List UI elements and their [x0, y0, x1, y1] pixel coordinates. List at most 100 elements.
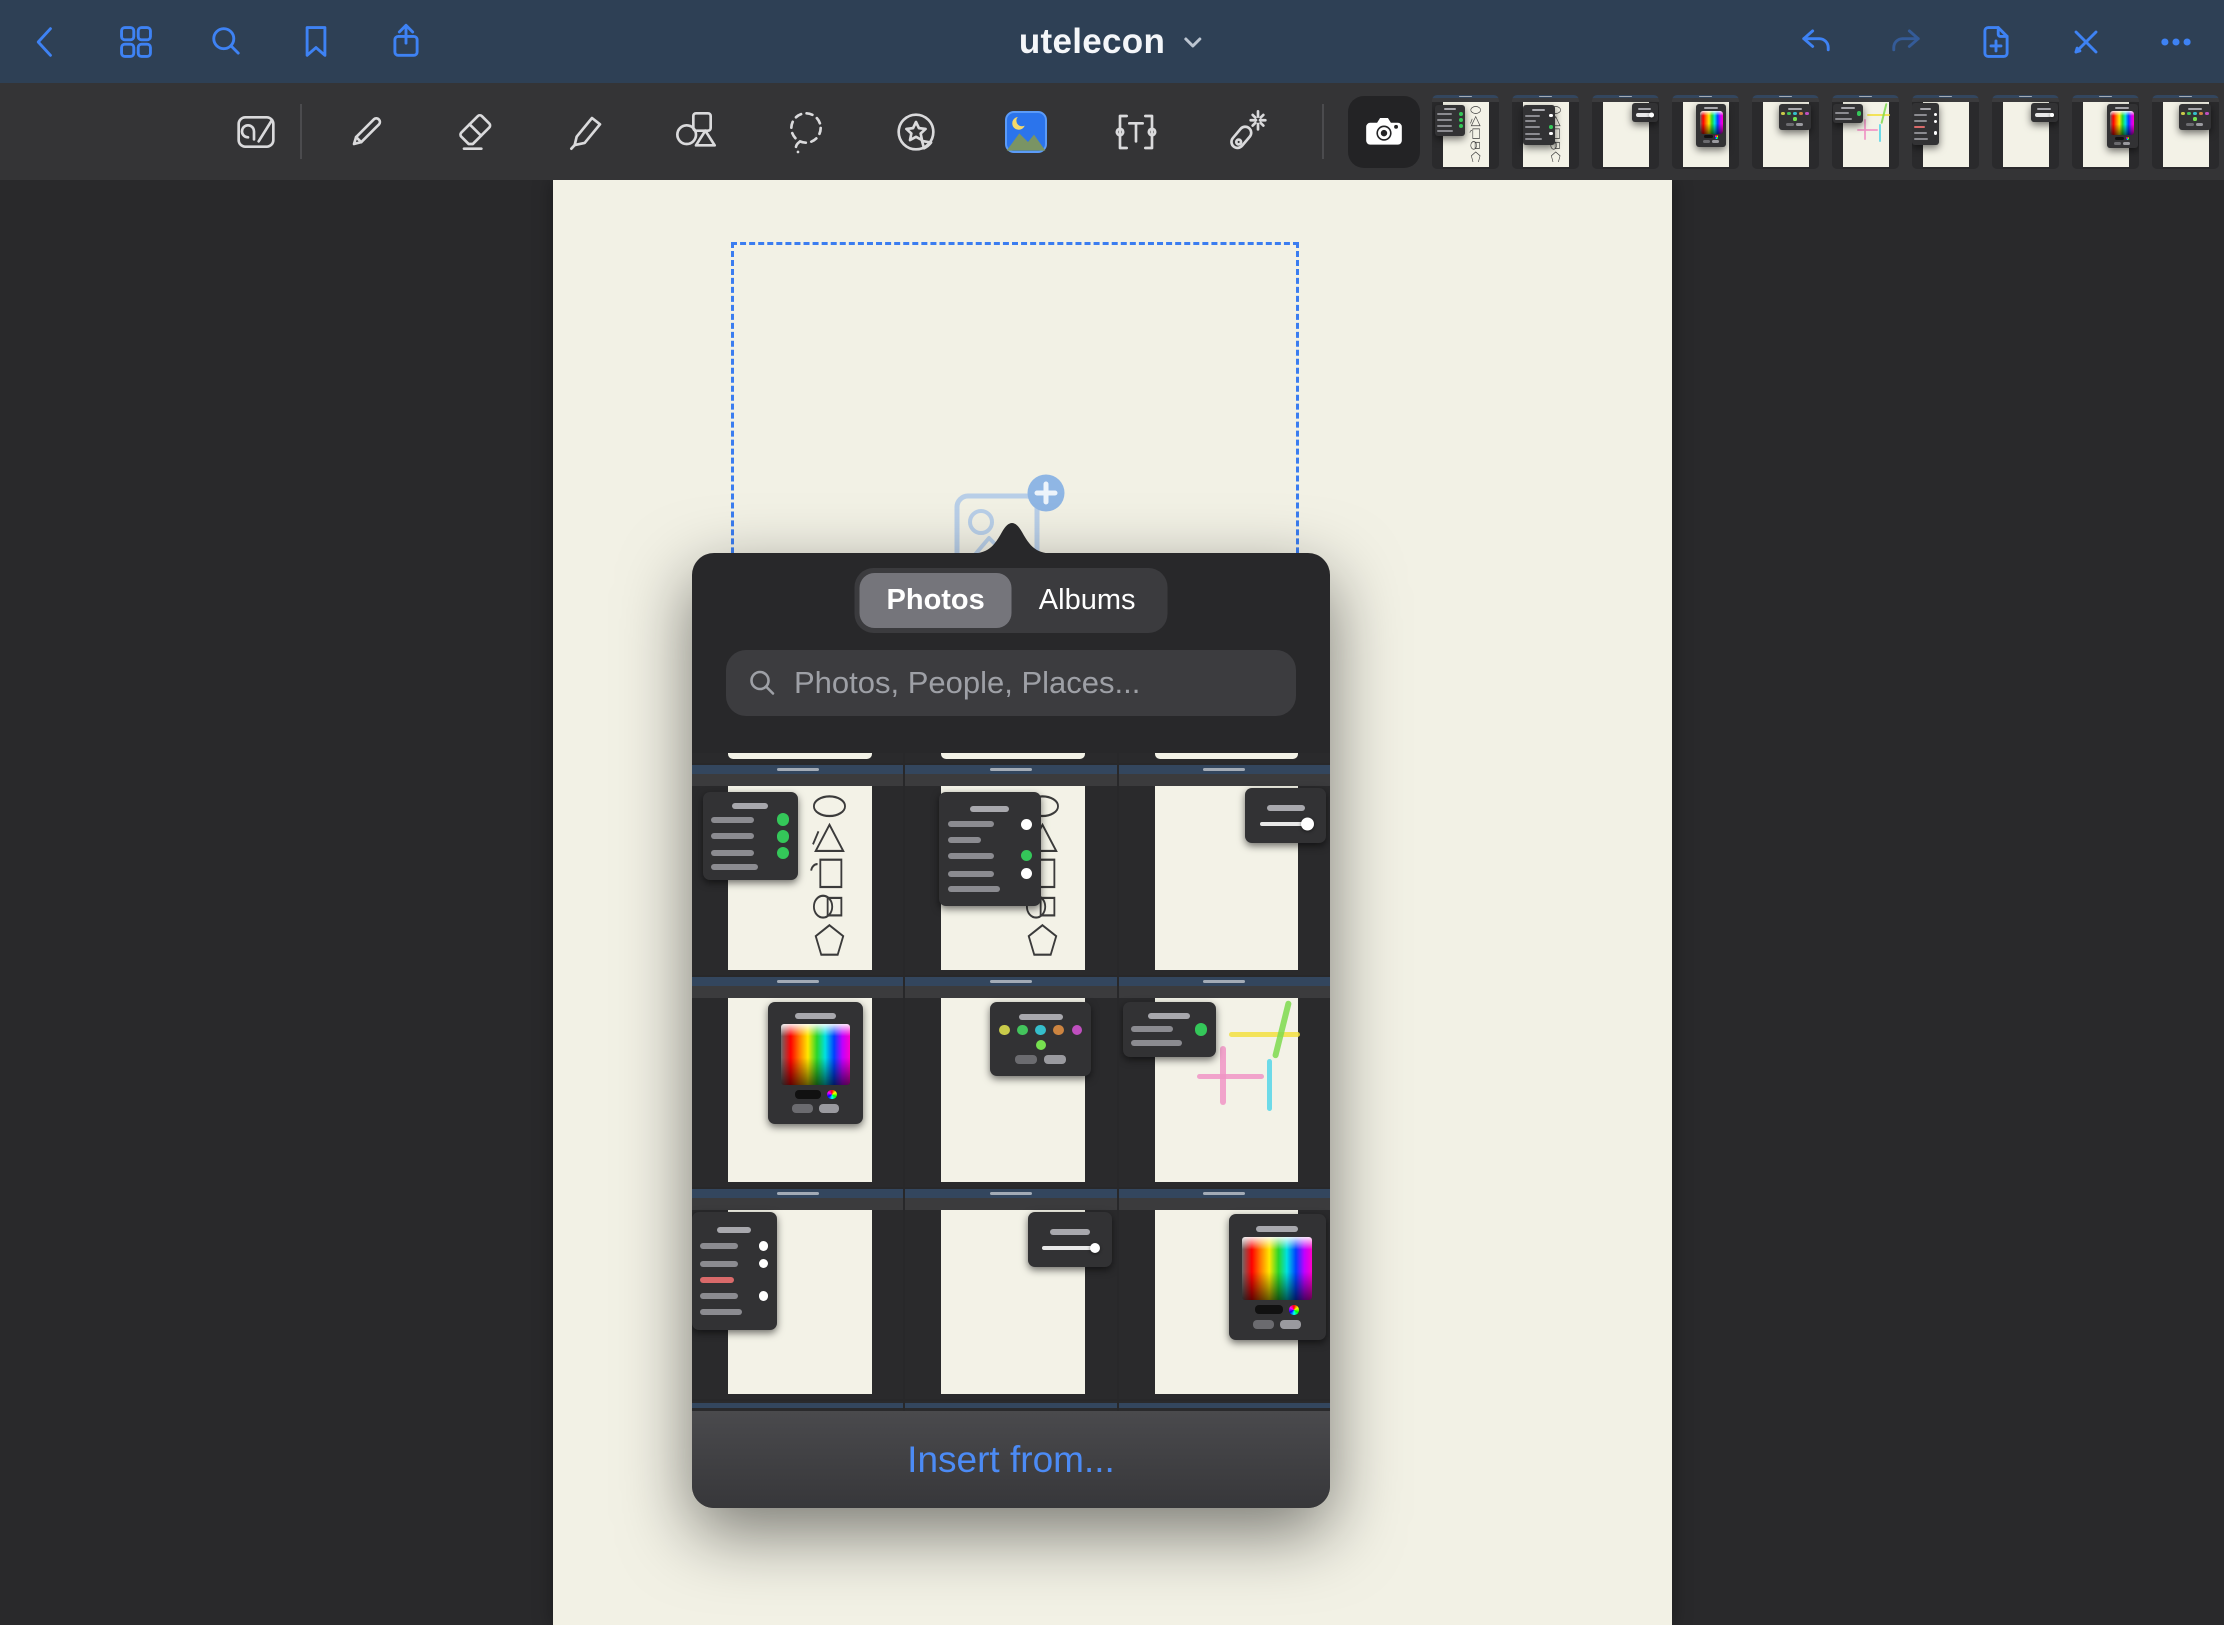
mini-menu-panel: [990, 1002, 1091, 1076]
pen-tool[interactable]: [338, 104, 394, 160]
photo-thumbnail-eraser-menu[interactable]: [692, 1189, 903, 1399]
mini-color-dot: [2181, 112, 2184, 115]
mini-menu-panel: [703, 792, 798, 880]
photo-thumbnail-highlighter-menu-strokes[interactable]: [1119, 977, 1330, 1187]
document-title-button[interactable]: utelecon: [1013, 0, 1211, 83]
page-thumbnail-eraser-menu[interactable]: [1912, 95, 1979, 169]
back-button[interactable]: [24, 20, 68, 64]
add-page-icon: [1976, 22, 2016, 62]
photo-thumbnail-pen-color-spectrum[interactable]: [1119, 1189, 1330, 1399]
tool-buttons: [228, 83, 1274, 180]
mini-toggle: [777, 813, 790, 826]
page-bottom-edge[interactable]: [692, 753, 903, 763]
mini-color-presets: [998, 1025, 1083, 1035]
mini-menu-row: [948, 868, 1033, 879]
mini-wheel: [2126, 137, 2129, 140]
laser-pointer-tool[interactable]: [1218, 104, 1274, 160]
mini-toggle: [1934, 120, 1937, 123]
toolbar-divider: [300, 104, 302, 159]
page-bottom-edge[interactable]: [1119, 753, 1330, 763]
page-thumbnail-pen-color-spectrum[interactable]: [2072, 95, 2139, 169]
mini-color-spectrum: [1242, 1237, 1313, 1300]
photo-search-field: [726, 650, 1296, 716]
page-top-edge[interactable]: [1119, 1401, 1330, 1411]
page-thumbnail-highlighter-color-presets[interactable]: [2152, 95, 2219, 169]
camera-button[interactable]: [1348, 96, 1420, 168]
mini-menu-text: [1437, 130, 1453, 132]
mini-menu-panel: [1028, 1212, 1113, 1267]
search-button[interactable]: [204, 20, 248, 64]
pencil-cross-icon: [2066, 22, 2106, 62]
mini-toggle: [759, 1241, 768, 1250]
mini-menu-text: [700, 1243, 737, 1249]
page-thumbnail-lasso-tool-menu-shapes[interactable]: [1432, 95, 1499, 169]
page-thumbnail-highlighter-color-presets[interactable]: [1752, 95, 1819, 169]
mini-navbar: [1119, 1189, 1330, 1198]
mini-toolbar: [692, 774, 903, 786]
mini-menu-text: [711, 817, 754, 823]
page-top-edge[interactable]: [692, 1401, 903, 1411]
photo-search-input[interactable]: [792, 664, 1276, 702]
redo-button[interactable]: [1884, 20, 1928, 64]
mini-navbar: [1119, 977, 1330, 986]
mini-color-dot: [2205, 112, 2208, 115]
mini-hex-row: [2109, 137, 2136, 140]
mini-menu-title: [1841, 107, 1855, 109]
mini-menu-panel: [1435, 105, 1465, 136]
page-thumbnail-highlighter-color-spectrum[interactable]: [1672, 95, 1739, 169]
mini-button: [1253, 1320, 1274, 1329]
thumbnails-grid-button[interactable]: [114, 20, 158, 64]
scribble-to-text-tool[interactable]: [228, 104, 284, 160]
bookmark-button[interactable]: [294, 20, 338, 64]
tab-albums[interactable]: Albums: [1012, 573, 1163, 628]
photo-thumbnail-shape-tool-menu-shapes[interactable]: [905, 765, 1116, 975]
photo-thumbnail-pen-thickness-popover[interactable]: [905, 1189, 1116, 1399]
page-top-edge[interactable]: [905, 1401, 1116, 1411]
mini-color-dot: [2187, 112, 2190, 115]
add-page-button[interactable]: [1974, 20, 2018, 64]
tab-photos[interactable]: Photos: [860, 573, 1012, 628]
photo-thumbnail-highlighter-thickness-popover[interactable]: [1119, 765, 1330, 975]
mini-button: [792, 1104, 812, 1113]
mini-color-dot: [999, 1025, 1009, 1035]
eraser-tool[interactable]: [448, 104, 504, 160]
mini-color-presets: [998, 1040, 1083, 1050]
mini-color-presets: [1781, 117, 1809, 120]
shapes-tool[interactable]: [668, 104, 724, 160]
lasso-tool[interactable]: [778, 104, 834, 160]
mini-slider-knob: [1301, 817, 1314, 830]
undo-button[interactable]: [1794, 20, 1838, 64]
page-thumbnail-highlighter-menu-strokes[interactable]: [1832, 95, 1899, 169]
page-thumbnail-highlighter-thickness-popover[interactable]: [1592, 95, 1659, 169]
mini-toggle: [777, 830, 790, 843]
photo-thumbnail-highlighter-color-presets[interactable]: [905, 977, 1116, 1187]
mini-menu-text: [1835, 112, 1849, 114]
edit-mode-toggle-button[interactable]: [2064, 20, 2108, 64]
mini-button-row: [1781, 123, 1809, 126]
stickers-tool[interactable]: [888, 104, 944, 160]
insert-from-button[interactable]: Insert from...: [692, 1411, 1330, 1508]
page-thumbnail-shape-tool-menu-shapes[interactable]: [1512, 95, 1579, 169]
mini-button-row: [1237, 1320, 1317, 1329]
highlighter-tool[interactable]: [558, 104, 614, 160]
mini-button: [2196, 123, 2203, 126]
navbar-right-group: [1794, 0, 2198, 83]
mini-button: [1712, 140, 1719, 143]
share-button[interactable]: [384, 20, 428, 64]
page-bottom-edge[interactable]: [905, 753, 1116, 763]
mini-hex-row: [1237, 1305, 1317, 1315]
image-tool[interactable]: [998, 104, 1054, 160]
mini-menu-text: [1525, 138, 1542, 140]
mini-menu-row: [711, 830, 789, 843]
mini-menu-title: [1019, 1014, 1063, 1020]
photo-thumbnail-lasso-tool-menu-shapes[interactable]: [692, 765, 903, 975]
page-thumbnail-pen-thickness-popover[interactable]: [1992, 95, 2059, 169]
text-tool[interactable]: [1108, 104, 1164, 160]
photo-thumbnail-highlighter-color-spectrum[interactable]: [692, 977, 903, 1187]
mini-toggle: [1021, 868, 1032, 879]
chevron-left-icon: [26, 22, 66, 62]
mini-menu-text: [1914, 138, 1928, 140]
more-options-button[interactable]: [2154, 20, 2198, 64]
mini-menu-panel: [2031, 103, 2058, 122]
mini-menu-row: [711, 847, 789, 860]
